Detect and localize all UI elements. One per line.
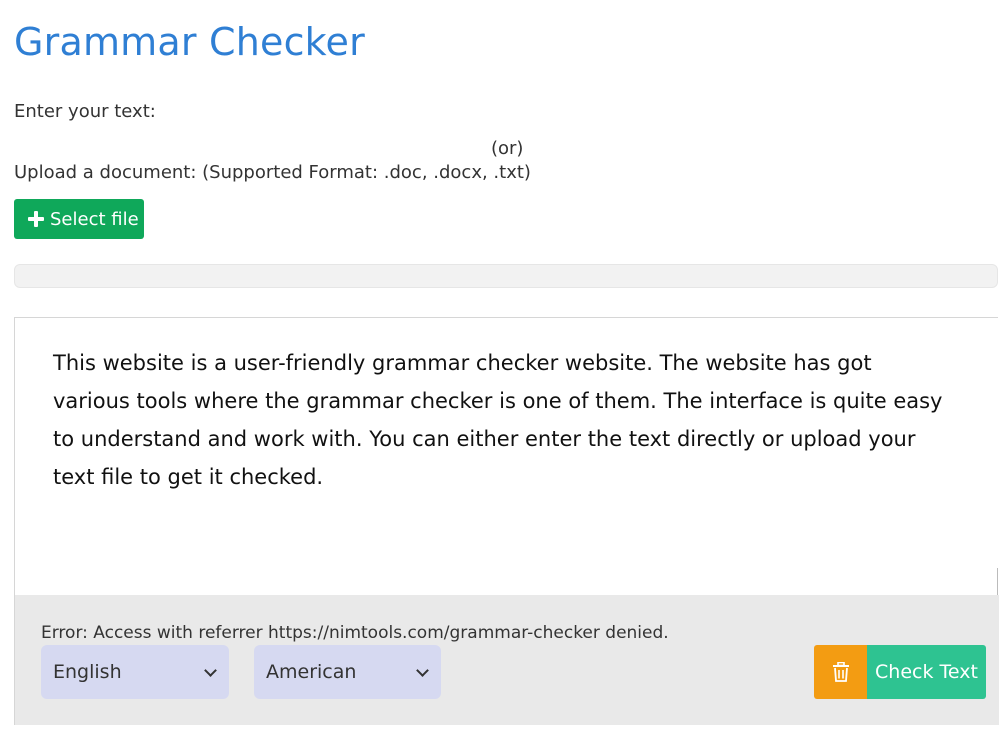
text-editor[interactable]: This website is a user-friendly grammar … [14, 317, 999, 725]
trash-icon [832, 662, 849, 682]
select-file-label: Select file [50, 208, 139, 230]
chevron-down-icon [204, 664, 217, 677]
language-select-value: English [53, 661, 122, 683]
clear-text-button[interactable] [814, 645, 867, 699]
editor-text[interactable]: This website is a user-friendly grammar … [53, 344, 953, 496]
editor-resize-edge [997, 568, 998, 596]
upload-progress-bar [14, 264, 998, 288]
select-file-button[interactable]: Select file [14, 199, 144, 239]
language-select[interactable]: English [41, 645, 229, 699]
or-label: (or) [491, 138, 524, 159]
enter-text-label: Enter your text: [14, 101, 156, 122]
chevron-down-icon [416, 664, 429, 677]
dialect-select-value: American [266, 661, 357, 683]
editor-toolbar: Error: Access with referrer https://nimt… [15, 595, 999, 725]
plus-icon [28, 211, 44, 227]
page-title: Grammar Checker [14, 20, 365, 64]
upload-document-label: Upload a document: (Supported Format: .d… [14, 162, 531, 183]
check-text-button[interactable]: Check Text [867, 645, 986, 699]
dialect-select[interactable]: American [254, 645, 441, 699]
error-message: Error: Access with referrer https://nimt… [41, 623, 669, 643]
